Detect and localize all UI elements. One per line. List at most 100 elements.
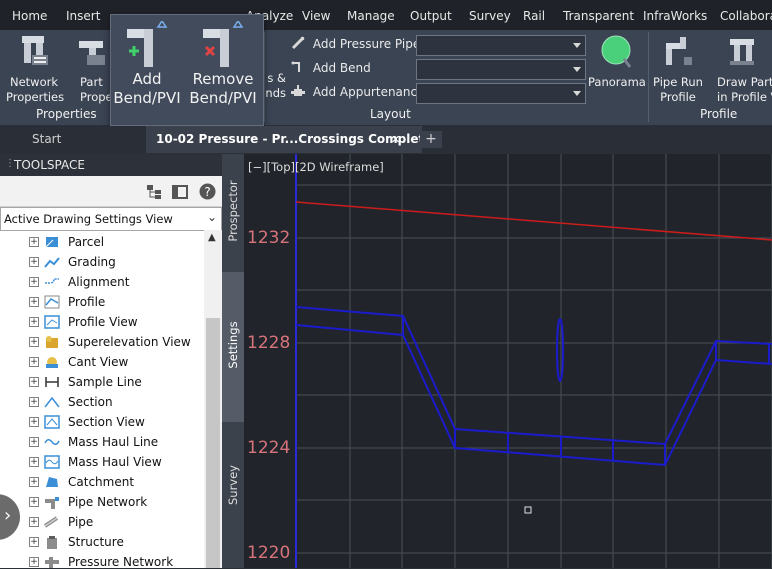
expand-icon[interactable]: + — [29, 257, 39, 267]
tab-survey-label: Survey — [226, 465, 240, 506]
expand-icon[interactable]: + — [29, 377, 39, 387]
tree-item-label: Alignment — [68, 275, 130, 289]
menu-rail[interactable]: Rail — [523, 9, 545, 23]
section-view-icon — [44, 415, 60, 429]
expand-icon[interactable]: + — [29, 297, 39, 307]
chevron-right-icon: › — [4, 505, 12, 526]
tree-item-sample-line[interactable]: + Sample Line — [0, 372, 204, 392]
tree-item-pipe-network[interactable]: + Pipe Network — [0, 492, 204, 512]
tree-item-mass-haul-line[interactable]: + Mass Haul Line — [0, 432, 204, 452]
item-view-icon[interactable] — [172, 184, 188, 200]
network-properties-icon — [22, 36, 48, 65]
add-bend-pvi-button[interactable]: Add Bend/PVI — [111, 15, 183, 123]
expand-icon[interactable]: + — [29, 417, 39, 427]
expand-icon[interactable]: + — [29, 457, 39, 467]
tree-item-alignment[interactable]: + Alignment — [0, 272, 204, 292]
close-icon[interactable]: ✕ — [391, 126, 400, 153]
superelevation-icon — [46, 336, 58, 348]
tab-survey[interactable]: Survey — [222, 422, 244, 569]
menu-collaborate[interactable]: Collabora — [720, 9, 772, 23]
remove-bend-pvi-icon — [203, 21, 244, 67]
tree-item-label: Mass Haul Line — [68, 435, 159, 449]
expand-icon[interactable]: + — [29, 337, 39, 347]
menu-output[interactable]: Output — [410, 9, 452, 23]
add-pressure-pipe-button[interactable]: Add Pressure Pipe — [291, 36, 420, 51]
elevation-label: 1220 — [247, 543, 291, 563]
tab-document[interactable]: 10-02 Pressure - Pr...Crossings Complete… — [146, 126, 439, 153]
bend-dropdown[interactable] — [416, 59, 586, 80]
expand-icon[interactable]: + — [29, 557, 39, 567]
pipe-run-profile-label: Pipe Run Profile — [653, 75, 703, 104]
draw-parts-in-profile-button[interactable]: Draw Parts in Profile Vie — [708, 33, 772, 105]
toolspace-header: ⋮ TOOLSPACE — [0, 154, 222, 176]
expand-icon[interactable]: + — [29, 477, 39, 487]
add-bend-button[interactable]: Add Bend — [291, 60, 371, 75]
tree-item-label: Pipe — [68, 515, 94, 529]
add-appurtenance-button[interactable]: Add Appurtenance — [291, 84, 425, 99]
tree-item-structure[interactable]: + Structure — [0, 532, 204, 552]
expand-icon[interactable]: + — [29, 357, 39, 367]
viewport-controls-label[interactable]: [−][Top][2D Wireframe] — [248, 160, 384, 174]
expand-icon[interactable]: + — [29, 397, 39, 407]
tree-view-icon[interactable] — [146, 184, 162, 200]
layout-panel-title: Layout — [370, 107, 411, 121]
tab-start[interactable]: Start — [32, 126, 61, 153]
pipe-run-profile-button[interactable]: Pipe Run Profile — [650, 33, 706, 105]
expand-icon[interactable]: + — [29, 537, 39, 547]
tree-item-label: Parcel — [68, 235, 105, 249]
expand-icon[interactable]: + — [29, 497, 39, 507]
tab-prospector[interactable]: Prospector — [222, 154, 244, 273]
help-icon[interactable]: ? — [199, 183, 216, 200]
menu-view[interactable]: View — [302, 9, 330, 23]
tree-item-profile-view[interactable]: + Profile View — [0, 312, 204, 332]
menu-manage[interactable]: Manage — [347, 9, 395, 23]
tree-item-grading[interactable]: + Grading — [0, 252, 204, 272]
elevation-label: 1228 — [247, 333, 291, 353]
tree-scrollbar[interactable]: ▲ — [204, 230, 222, 568]
expand-icon[interactable]: + — [29, 437, 39, 447]
tree-item-cant-view[interactable]: + Cant View — [0, 352, 204, 372]
tab-settings[interactable]: Settings — [222, 272, 244, 423]
new-tab-button[interactable]: + — [420, 131, 442, 148]
tree-item-label: Cant View — [68, 355, 129, 369]
tree-item-section[interactable]: + Section — [0, 392, 204, 412]
toolspace-view-select[interactable]: Active Drawing Settings View ⌄ — [0, 207, 222, 231]
scroll-up-icon[interactable]: ▲ — [208, 232, 216, 243]
expand-icon[interactable]: + — [29, 317, 39, 327]
chevron-down-icon — [573, 67, 581, 72]
tab-settings-label: Settings — [226, 321, 240, 369]
tree-item-pipe[interactable]: + Pipe — [0, 512, 204, 532]
tree-item-profile[interactable]: + Profile — [0, 292, 204, 312]
remove-bend-pvi-button[interactable]: Remove Bend/PVI — [183, 15, 263, 123]
toolspace-view-value: Active Drawing Settings View — [4, 212, 173, 226]
cant-view-icon — [46, 357, 58, 368]
drawing-viewport[interactable]: [−][Top][2D Wireframe] 1232 1228 1224 12… — [244, 154, 772, 568]
menu-infraworks[interactable]: InfraWorks — [643, 9, 707, 23]
tree-item-superelevation-view[interactable]: + Superelevation View — [0, 332, 204, 352]
expand-icon[interactable]: + — [29, 277, 39, 287]
tree-item-parcel[interactable]: + Parcel — [0, 232, 204, 252]
sample-line-icon — [45, 377, 59, 387]
tree-item-catchment[interactable]: + Catchment — [0, 472, 204, 492]
ribbon-separator — [648, 32, 649, 122]
pressure-pipe-icon — [291, 36, 305, 50]
menu-insert[interactable]: Insert — [66, 9, 100, 23]
tree-item-section-view[interactable]: + Section View — [0, 412, 204, 432]
network-properties-button[interactable]: Network Properties — [6, 33, 64, 105]
pipe-network-icon — [45, 497, 59, 509]
menu-transparent[interactable]: Transparent — [563, 9, 634, 23]
panorama-button[interactable]: Panorama — [588, 33, 646, 90]
tree-item-label: Profile — [68, 295, 106, 309]
scrollbar-thumb[interactable] — [206, 318, 220, 568]
toolspace-title: TOOLSPACE — [14, 158, 85, 172]
pipe-size-dropdown[interactable] — [416, 35, 586, 56]
expand-icon[interactable]: + — [29, 237, 39, 247]
part-properties-button[interactable]: Part Properti — [66, 33, 125, 105]
tree-item-mass-haul-view[interactable]: + Mass Haul View — [0, 452, 204, 472]
menu-home[interactable]: Home — [12, 9, 47, 23]
tree-item-pressure-network[interactable]: + Pressure Network — [0, 552, 204, 568]
expand-icon[interactable]: + — [29, 517, 39, 527]
parcel-icon — [45, 237, 58, 248]
menu-survey[interactable]: Survey — [469, 9, 511, 23]
appurtenance-dropdown[interactable] — [416, 83, 586, 104]
